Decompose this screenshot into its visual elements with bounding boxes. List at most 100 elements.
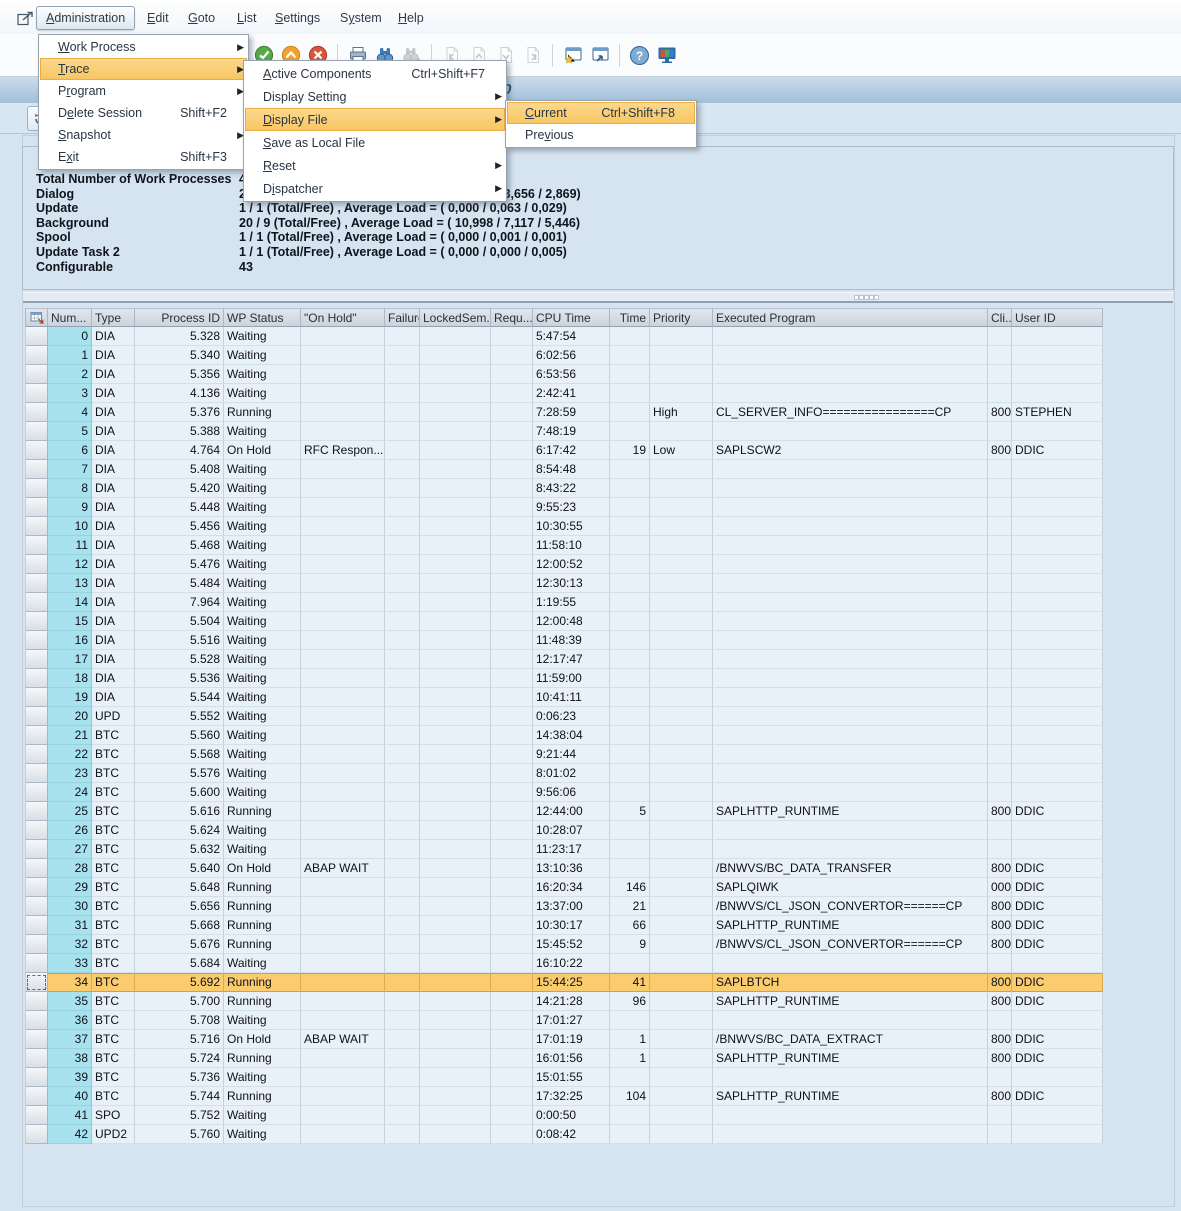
cell-pid[interactable]: 5.656 [135,897,224,916]
cell-time[interactable] [610,403,650,422]
cell-priority[interactable] [650,802,713,821]
cell-hold[interactable] [301,992,385,1011]
cell-failures[interactable] [385,1125,420,1144]
cell-failures[interactable] [385,916,420,935]
cell-status[interactable]: Running [224,403,301,422]
cell-num[interactable]: 31 [48,916,92,935]
cell-client[interactable] [988,821,1012,840]
cell-program[interactable]: SAPLHTTP_RUNTIME [713,992,988,1011]
cell-status[interactable]: Waiting [224,688,301,707]
menu-edit[interactable]: Edit [147,11,169,25]
cell-user[interactable]: DDIC [1012,1087,1103,1106]
cell-requ[interactable] [491,954,533,973]
cell-user[interactable] [1012,764,1103,783]
cell-time[interactable] [610,365,650,384]
cell-num[interactable]: 1 [48,346,92,365]
cell-program[interactable]: SAPLSCW2 [713,441,988,460]
cell-status[interactable]: On Hold [224,859,301,878]
cell-user[interactable]: STEPHEN [1012,403,1103,422]
cell-hold[interactable] [301,365,385,384]
cell-num[interactable]: 7 [48,460,92,479]
cell-pid[interactable]: 5.544 [135,688,224,707]
row-selector[interactable] [25,517,48,536]
column-header-client[interactable]: Cli... [988,308,1012,327]
cell-user[interactable]: DDIC [1012,897,1103,916]
cell-hold[interactable] [301,1087,385,1106]
row-selector[interactable] [25,1087,48,1106]
cell-client[interactable]: 800 [988,897,1012,916]
select-all-header[interactable] [25,308,48,327]
cell-priority[interactable] [650,460,713,479]
row-selector[interactable] [25,669,48,688]
column-header-cpu[interactable]: CPU Time [533,308,610,327]
cell-program[interactable] [713,460,988,479]
cell-failures[interactable] [385,859,420,878]
cell-failures[interactable] [385,384,420,403]
cell-hold[interactable] [301,745,385,764]
cell-hold[interactable] [301,840,385,859]
cell-requ[interactable] [491,1030,533,1049]
cell-pid[interactable]: 5.560 [135,726,224,745]
menu-item-delete-session[interactable]: Delete SessionShift+F2 [40,102,247,124]
menu-item-program[interactable]: Program▶ [40,80,247,102]
cell-priority[interactable] [650,973,713,992]
cell-failures[interactable] [385,498,420,517]
row-selector[interactable] [25,498,48,517]
cell-status[interactable]: Waiting [224,460,301,479]
cell-pid[interactable]: 5.616 [135,802,224,821]
cell-requ[interactable] [491,403,533,422]
cell-failures[interactable] [385,593,420,612]
cell-cpu[interactable]: 8:54:48 [533,460,610,479]
cell-failures[interactable] [385,403,420,422]
cell-program[interactable] [713,688,988,707]
cell-failures[interactable] [385,745,420,764]
cell-requ[interactable] [491,973,533,992]
cell-time[interactable]: 41 [610,973,650,992]
cell-failures[interactable] [385,479,420,498]
column-header-type[interactable]: Type [92,308,135,327]
cell-num[interactable]: 4 [48,403,92,422]
cell-type[interactable]: BTC [92,916,135,935]
cell-type[interactable]: DIA [92,669,135,688]
cell-requ[interactable] [491,327,533,346]
cell-requ[interactable] [491,1068,533,1087]
cell-program[interactable] [713,593,988,612]
cell-pid[interactable]: 7.964 [135,593,224,612]
system-menu-icon[interactable] [17,11,34,26]
cell-num[interactable]: 30 [48,897,92,916]
cell-requ[interactable] [491,802,533,821]
cell-time[interactable] [610,745,650,764]
cell-requ[interactable] [491,1106,533,1125]
cell-num[interactable]: 5 [48,422,92,441]
cell-user[interactable]: DDIC [1012,992,1103,1011]
cell-client[interactable] [988,327,1012,346]
cell-pid[interactable]: 5.420 [135,479,224,498]
cell-user[interactable] [1012,631,1103,650]
cell-pid[interactable]: 5.632 [135,840,224,859]
cell-cpu[interactable]: 15:44:25 [533,973,610,992]
cell-num[interactable]: 28 [48,859,92,878]
cell-num[interactable]: 36 [48,1011,92,1030]
cell-client[interactable]: 800 [988,935,1012,954]
cell-type[interactable]: DIA [92,479,135,498]
cell-type[interactable]: BTC [92,954,135,973]
cell-status[interactable]: Waiting [224,1106,301,1125]
cell-type[interactable]: BTC [92,859,135,878]
cell-num[interactable]: 18 [48,669,92,688]
menu-item-trace[interactable]: Trace▶ [40,58,247,80]
cell-num[interactable]: 23 [48,764,92,783]
cell-cpu[interactable]: 14:21:28 [533,992,610,1011]
cell-program[interactable]: SAPLBTCH [713,973,988,992]
cell-failures[interactable] [385,783,420,802]
cell-failures[interactable] [385,1049,420,1068]
cell-failures[interactable] [385,821,420,840]
cell-cpu[interactable]: 12:00:48 [533,612,610,631]
cell-pid[interactable]: 4.136 [135,384,224,403]
cell-time[interactable] [610,764,650,783]
cell-status[interactable]: Running [224,992,301,1011]
menu-settings[interactable]: Settings [275,11,320,25]
cell-pid[interactable]: 5.624 [135,821,224,840]
cell-priority[interactable] [650,669,713,688]
cell-locked[interactable] [420,897,491,916]
cell-cpu[interactable]: 6:02:56 [533,346,610,365]
